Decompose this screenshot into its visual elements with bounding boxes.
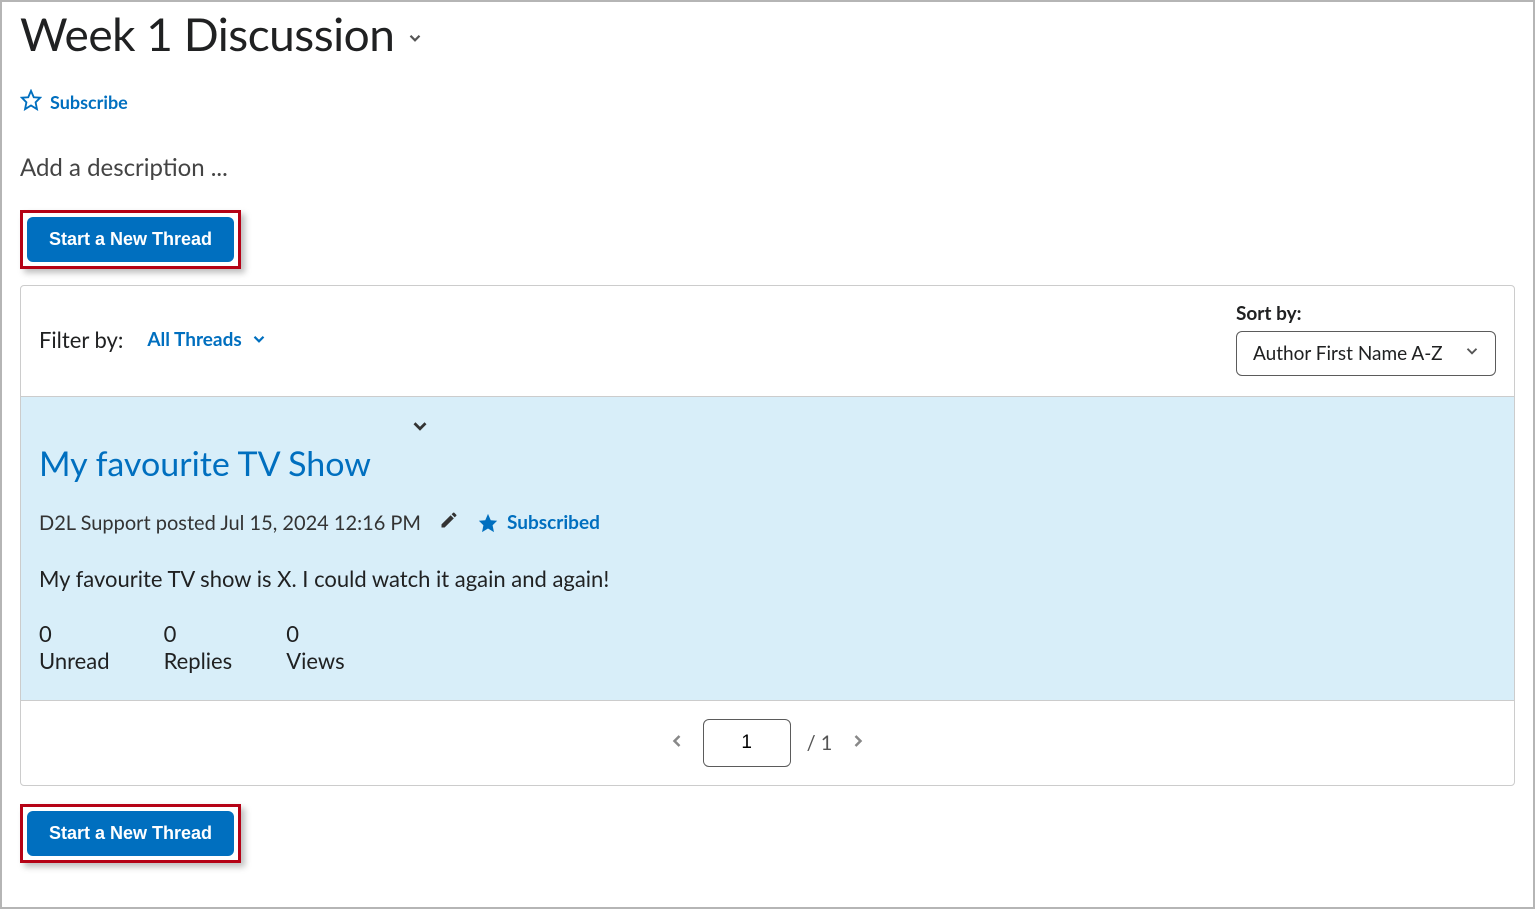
star-outline-icon [20,89,42,115]
page-title-row: Week 1 Discussion [20,6,1515,61]
prev-page-button[interactable] [667,731,687,755]
subscribed-toggle[interactable]: Subscribed [477,511,600,534]
thread-item: My favourite TV Show D2L Support posted … [21,396,1514,700]
subscribed-label: Subscribed [507,511,600,534]
sort-select[interactable]: Author First Name A-Z [1236,331,1496,376]
next-page-button[interactable] [848,731,868,755]
chevron-down-icon [1463,342,1481,365]
filter-bar: Filter by: All Threads Sort by: Author F… [21,286,1514,396]
description-placeholder[interactable]: Add a description ... [20,153,1515,182]
stat-unread-value: 0 [39,620,110,647]
sort-selected-value: Author First Name A-Z [1253,342,1443,365]
page-number-input[interactable] [703,719,791,767]
filter-left: Filter by: All Threads [39,326,268,353]
title-dropdown-toggle[interactable] [406,29,424,51]
thread-title-link[interactable]: My favourite TV Show [39,443,371,484]
page-title: Week 1 Discussion [20,6,394,61]
filter-dropdown[interactable]: All Threads [147,328,267,351]
stat-unread-label: Unread [39,647,110,674]
start-new-thread-button-bottom[interactable]: Start a New Thread [27,811,234,856]
star-filled-icon [477,512,499,534]
stat-views: 0 Views [286,620,344,674]
thread-dropdown-toggle[interactable] [409,415,431,441]
sort-label: Sort by: [1236,302,1496,325]
edit-icon[interactable] [439,510,459,535]
stat-replies-label: Replies [164,647,233,674]
chevron-down-icon [250,330,268,348]
thread-posted-info: D2L Support posted Jul 15, 2024 12:16 PM [39,511,421,535]
stat-replies: 0 Replies [164,620,233,674]
subscribe-label: Subscribe [50,91,128,113]
filter-dropdown-value: All Threads [147,328,241,351]
page-total: / 1 [807,731,833,755]
subscribe-button[interactable]: Subscribe [20,89,1515,115]
pagination: / 1 [21,700,1514,785]
stat-replies-value: 0 [164,620,233,647]
thread-body: My favourite TV show is X. I could watch… [39,565,1496,592]
thread-meta: D2L Support posted Jul 15, 2024 12:16 PM… [39,510,1496,535]
stat-unread: 0 Unread [39,620,110,674]
new-thread-highlight-bottom: Start a New Thread [20,804,241,863]
new-thread-highlight-top: Start a New Thread [20,210,241,269]
start-new-thread-button-top[interactable]: Start a New Thread [27,217,234,262]
stat-views-label: Views [286,647,344,674]
thread-stats: 0 Unread 0 Replies 0 Views [39,620,1496,674]
stat-views-value: 0 [286,620,344,647]
filter-label: Filter by: [39,326,123,353]
sort-section: Sort by: Author First Name A-Z [1236,302,1496,376]
thread-list-panel: Filter by: All Threads Sort by: Author F… [20,285,1515,786]
